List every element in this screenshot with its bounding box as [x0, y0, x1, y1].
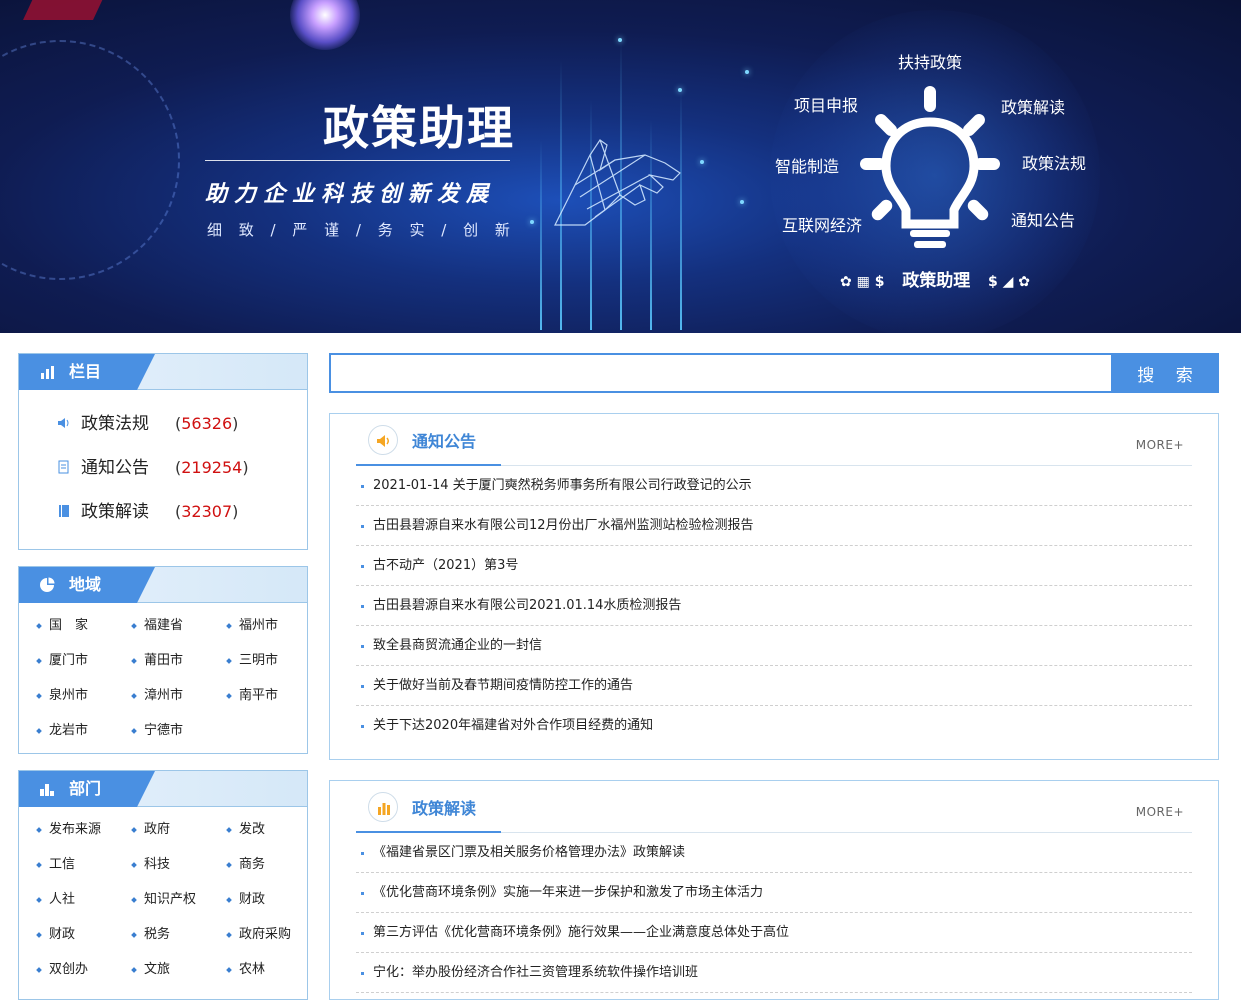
interpretations-list: 《福建省景区门票及相关服务价格管理办法》政策解读 《优化营商环境条例》实施一年来… — [356, 833, 1192, 993]
banner-subtitle: 助力企业科技创新发展 — [205, 182, 496, 207]
notices-more-link[interactable]: MORE+ — [1136, 438, 1184, 452]
interpretations-title: 政策解读 — [412, 799, 477, 818]
regions-panel-title: 地域 — [19, 567, 155, 603]
region-link[interactable]: 国 家 — [33, 613, 128, 648]
interpretations-panel: 政策解读 MORE+ 《福建省景区门票及相关服务价格管理办法》政策解读 《优化营… — [329, 780, 1219, 1000]
pie-chart-icon — [40, 577, 55, 592]
region-link[interactable]: 三明市 — [223, 648, 318, 683]
department-link[interactable]: 发布来源 — [33, 817, 128, 852]
interpretation-item[interactable]: 第三方评估《优化营商环境条例》施行效果——企业满意度总体处于高位 — [356, 913, 1192, 953]
department-link[interactable]: 文旅 — [128, 957, 223, 992]
department-link[interactable]: 工信 — [33, 852, 128, 887]
banner-title: 政策助理 — [323, 101, 515, 155]
notice-item[interactable]: 致全县商贸流通企业的一封信 — [356, 626, 1192, 666]
bar-chart-icon — [41, 366, 54, 379]
search-button[interactable]: 搜 索 — [1111, 353, 1219, 393]
department-link[interactable]: 知识产权 — [128, 887, 223, 922]
column-item-notices[interactable]: 通知公告 (219254) — [19, 446, 307, 490]
bar-chart-icon — [40, 784, 54, 796]
notice-item[interactable]: 关于下达2020年福建省对外合作项目经费的通知 — [356, 706, 1192, 746]
department-link[interactable]: 发改 — [223, 817, 318, 852]
column-count: 56326 — [181, 414, 233, 433]
columns-panel-title: 栏目 — [19, 354, 155, 390]
lightbulb-icon — [860, 86, 1000, 248]
document-icon — [58, 460, 69, 474]
notice-item[interactable]: 古田县碧源自来水有限公司2021.01.14水质检测报告 — [356, 586, 1192, 626]
department-link[interactable]: 农林 — [223, 957, 318, 992]
ring-label-policy-interpretation: 政策解读 — [1001, 98, 1066, 117]
regions-panel: 地域 国 家 福建省 福州市 厦门市 莆田市 三明市 泉州市 漳州市 南平市 龙… — [18, 566, 308, 754]
department-link[interactable]: 财政 — [223, 887, 318, 922]
region-link[interactable]: 龙岩市 — [33, 718, 128, 753]
notice-item[interactable]: 关于做好当前及春节期间疫情防控工作的通告 — [356, 666, 1192, 706]
ring-label-policy-regulations: 政策法规 — [1022, 154, 1087, 173]
region-link[interactable]: 宁德市 — [128, 718, 223, 753]
notices-panel: 通知公告 MORE+ 2021-01-14 关于厦门奭然税务师事务所有限公司行政… — [329, 413, 1219, 760]
region-link[interactable]: 福建省 — [128, 613, 223, 648]
column-item-policy-regulations[interactable]: 政策法规 (56326) — [19, 402, 307, 446]
notice-item[interactable]: 古田县碧源自来水有限公司12月份出厂水福州监测站检验检测报告 — [356, 506, 1192, 546]
interpretation-item[interactable]: 《福建省景区门票及相关服务价格管理办法》政策解读 — [356, 833, 1192, 873]
search-input[interactable] — [331, 355, 1112, 391]
department-link[interactable]: 双创办 — [33, 957, 128, 992]
interpretation-item[interactable]: 《优化营商环境条例》实施一年来进一步保护和激发了市场主体活力 — [356, 873, 1192, 913]
notice-item[interactable]: 2021-01-14 关于厦门奭然税务师事务所有限公司行政登记的公示 — [356, 466, 1192, 506]
gear-chart-dollar-icon: ✿ ▦ $ — [840, 274, 885, 290]
department-link[interactable]: 税务 — [128, 922, 223, 957]
department-link[interactable]: 政府采购 — [223, 922, 318, 957]
region-link[interactable]: 南平市 — [223, 683, 318, 718]
region-link[interactable]: 莆田市 — [128, 648, 223, 683]
bar-chart-icon — [378, 803, 390, 815]
interpretation-item[interactable]: 宁化：举办股份经济合作社三资管理系统软件操作培训班 — [356, 953, 1192, 993]
banner-bottom-label: ✿ ▦ $ 政策助理 $ ◢ ✿ — [840, 271, 1030, 291]
notice-item[interactable]: 古不动产（2021）第3号 — [356, 546, 1192, 586]
region-link[interactable]: 厦门市 — [33, 648, 128, 683]
ring-label-support-policy: 扶持政策 — [898, 53, 963, 72]
departments-panel-title: 部门 — [19, 771, 155, 807]
speaker-icon — [58, 418, 69, 428]
region-link[interactable]: 泉州市 — [33, 683, 128, 718]
region-link[interactable]: 漳州市 — [128, 683, 223, 718]
banner-motto: 细 致 / 严 谨 / 务 实 / 创 新 — [207, 221, 516, 239]
department-link[interactable]: 财政 — [33, 922, 128, 957]
ring-label-smart-manufacturing: 智能制造 — [775, 157, 840, 176]
ring-label-notices: 通知公告 — [1011, 211, 1076, 230]
department-link[interactable]: 商务 — [223, 852, 318, 887]
glowing-orb — [290, 0, 360, 50]
columns-panel: 栏目 政策法规 (56326) 通知公告 (219254) 政策解读 (3230… — [18, 353, 308, 550]
dollar-chart-gear-icon: $ ◢ ✿ — [987, 274, 1030, 290]
column-count: 32307 — [181, 502, 233, 521]
wireframe-hand-icon — [554, 139, 681, 226]
ring-label-project-application: 项目申报 — [794, 96, 859, 115]
column-count: 219254 — [181, 458, 243, 477]
departments-grid: 发布来源 政府 发改 工信 科技 商务 人社 知识产权 财政 财政 税务 政府采… — [19, 807, 307, 996]
column-item-policy-interpretation[interactable]: 政策解读 (32307) — [19, 490, 307, 534]
book-icon — [59, 505, 69, 517]
interpretations-more-link[interactable]: MORE+ — [1136, 805, 1184, 819]
notices-title: 通知公告 — [412, 432, 477, 451]
regions-grid: 国 家 福建省 福州市 厦门市 莆田市 三明市 泉州市 漳州市 南平市 龙岩市 … — [19, 603, 307, 757]
region-link[interactable]: 福州市 — [223, 613, 318, 648]
department-link[interactable]: 科技 — [128, 852, 223, 887]
notices-list: 2021-01-14 关于厦门奭然税务师事务所有限公司行政登记的公示 古田县碧源… — [356, 466, 1192, 746]
department-link[interactable]: 人社 — [33, 887, 128, 922]
ring-label-internet-economy: 互联网经济 — [782, 216, 863, 235]
banner: 政策助理 助力企业科技创新发展 细 致 / 严 谨 / 务 实 / 创 新 扶持… — [0, 0, 1241, 333]
departments-panel: 部门 发布来源 政府 发改 工信 科技 商务 人社 知识产权 财政 财政 税务 … — [18, 770, 308, 1000]
department-link[interactable]: 政府 — [128, 817, 223, 852]
speaker-icon — [377, 435, 389, 447]
search-box — [329, 353, 1112, 393]
